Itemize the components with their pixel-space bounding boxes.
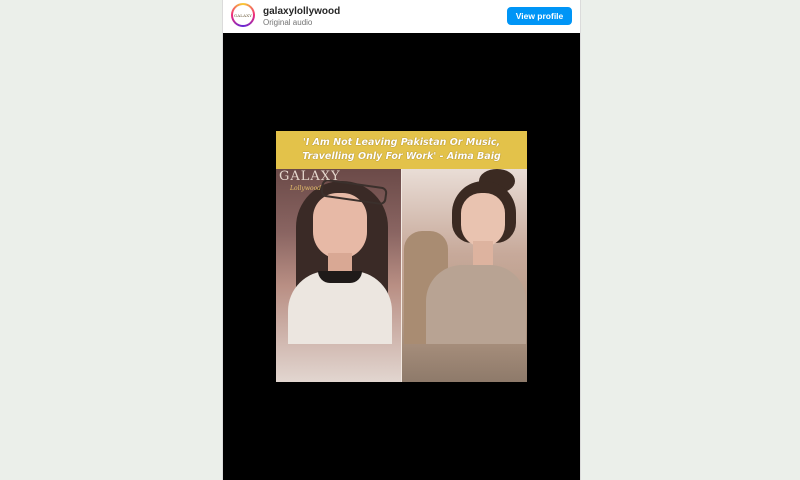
lollywood-watermark: Lollywood bbox=[290, 185, 322, 192]
video-player[interactable]: 'I Am Not Leaving Pakistan Or Music, Tra… bbox=[223, 33, 580, 480]
audio-label[interactable]: Original audio bbox=[263, 18, 312, 27]
left-person-face bbox=[313, 193, 367, 259]
avatar-logo-text: GALAXY bbox=[233, 12, 253, 18]
left-person-collar bbox=[318, 271, 362, 283]
galaxy-watermark: GALAXY bbox=[279, 169, 341, 184]
headline-banner: 'I Am Not Leaving Pakistan Or Music, Tra… bbox=[276, 131, 527, 169]
avatar-logo: GALAXY bbox=[233, 5, 253, 25]
headline-line-2: Travelling Only For Work' - Aima Baig bbox=[302, 151, 501, 162]
instagram-embed: GALAXY galaxylollywood Original audio Vi… bbox=[222, 0, 581, 480]
view-profile-button[interactable]: View profile bbox=[507, 7, 572, 25]
video-thumbnail: 'I Am Not Leaving Pakistan Or Music, Tra… bbox=[276, 131, 527, 382]
headline-line-1: 'I Am Not Leaving Pakistan Or Music, bbox=[302, 137, 501, 148]
username[interactable]: galaxylollywood bbox=[263, 6, 340, 17]
avatar[interactable]: GALAXY bbox=[231, 3, 255, 27]
post-header: GALAXY galaxylollywood Original audio Vi… bbox=[223, 0, 580, 33]
right-person-dress bbox=[426, 265, 526, 344]
right-person-face bbox=[461, 193, 505, 247]
